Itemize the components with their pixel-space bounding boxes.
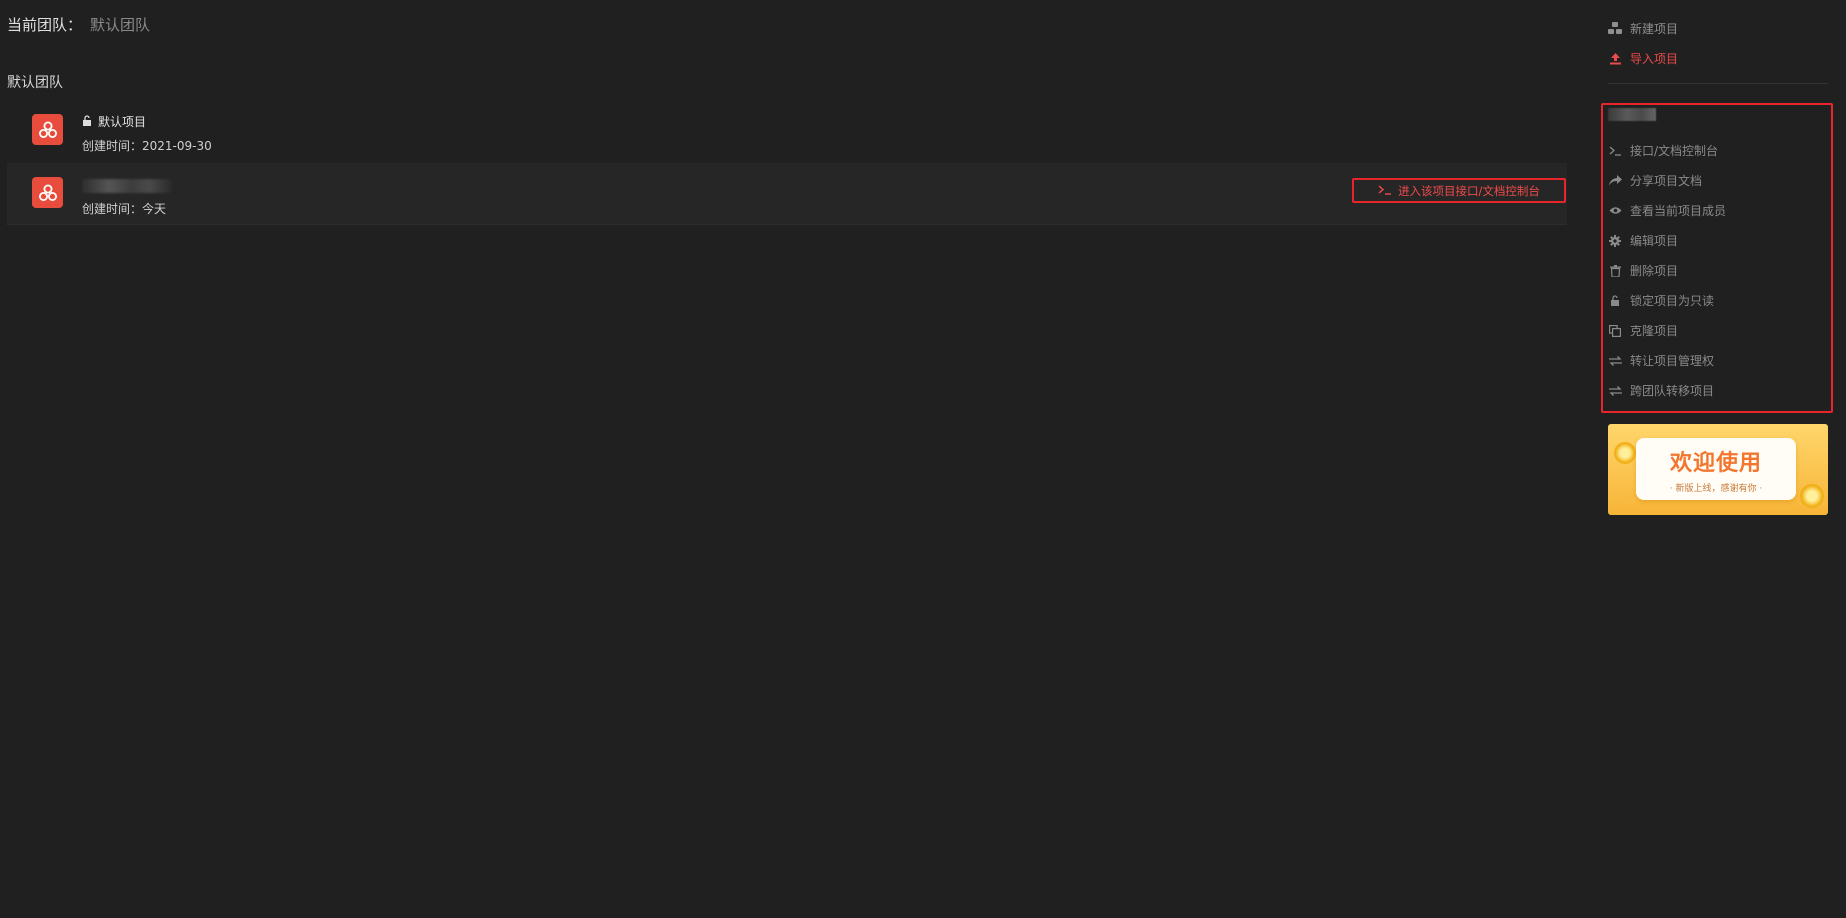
unlock-icon xyxy=(1608,294,1622,308)
menu-item-clone[interactable]: 克隆项目 xyxy=(1608,322,1678,339)
share-icon xyxy=(1608,174,1622,188)
menu-item-label: 转让项目管理权 xyxy=(1630,354,1715,368)
import-project-label: 导入项目 xyxy=(1630,52,1679,66)
current-team-value[interactable]: 默认团队 xyxy=(90,16,150,34)
menu-item-label: 跨团队转移项目 xyxy=(1630,384,1715,398)
terminal-icon xyxy=(1608,144,1622,158)
project-logo-icon xyxy=(32,114,63,145)
enter-project-console-label: 进入该项目接口/文档控制台 xyxy=(1398,183,1540,198)
menu-item-cross-team-move[interactable]: 跨团队转移项目 xyxy=(1608,382,1714,399)
main-panel: 当前团队： 默认团队 默认团队 默认项目 创建时间：2021-09-30 创建时… xyxy=(0,0,1580,918)
menu-item-label: 接口/文档控制台 xyxy=(1630,144,1719,158)
selected-project-name-redacted xyxy=(1608,108,1656,121)
project-created-date: 创建时间：今天 xyxy=(82,202,167,216)
coin-decoration xyxy=(1614,442,1636,464)
terminal-icon xyxy=(1378,184,1392,198)
current-team-label: 当前团队： xyxy=(7,16,83,34)
project-row[interactable]: 默认项目 创建时间：2021-09-30 xyxy=(7,100,1567,162)
menu-item-console[interactable]: 接口/文档控制台 xyxy=(1608,142,1718,159)
unlock-icon xyxy=(82,114,92,129)
copy-icon xyxy=(1608,324,1622,338)
transfer-icon xyxy=(1608,354,1622,368)
menu-item-transfer-admin[interactable]: 转让项目管理权 xyxy=(1608,352,1714,369)
welcome-banner[interactable]: 欢迎使用 · 新版上线，感谢有你 · xyxy=(1608,424,1828,515)
menu-item-label: 编辑项目 xyxy=(1630,234,1679,248)
project-title-text: 默认项目 xyxy=(98,115,147,129)
menu-item-label: 查看当前项目成员 xyxy=(1630,204,1727,218)
transfer-icon xyxy=(1608,384,1622,398)
menu-item-label: 锁定项目为只读 xyxy=(1630,294,1715,308)
project-row[interactable]: 创建时间：今天 进入该项目接口/文档控制台 xyxy=(7,163,1567,225)
menu-item-label: 删除项目 xyxy=(1630,264,1679,278)
project-title-redacted xyxy=(82,179,172,193)
welcome-subtitle: · 新版上线，感谢有你 · xyxy=(1669,483,1763,494)
cubes-icon xyxy=(1608,22,1622,36)
menu-item-label: 分享项目文档 xyxy=(1630,174,1703,188)
right-sidebar: 新建项目 导入项目 接口/文档控制台 分享项目文档 查看当前项目成员 编辑项目 … xyxy=(1600,0,1846,918)
menu-item-lock[interactable]: 锁定项目为只读 xyxy=(1608,292,1714,309)
eye-icon xyxy=(1608,204,1622,218)
welcome-title: 欢迎使用 xyxy=(1669,450,1762,476)
import-project-button[interactable]: 导入项目 xyxy=(1608,50,1678,67)
trash-icon xyxy=(1608,264,1622,278)
welcome-card: 欢迎使用 · 新版上线，感谢有你 · xyxy=(1636,438,1796,500)
coin-decoration xyxy=(1800,484,1824,508)
menu-item-label: 克隆项目 xyxy=(1630,324,1679,338)
menu-item-delete[interactable]: 删除项目 xyxy=(1608,262,1678,279)
gear-icon xyxy=(1608,234,1622,248)
team-group-title: 默认团队 xyxy=(7,75,63,91)
new-project-button[interactable]: 新建项目 xyxy=(1608,20,1678,37)
enter-project-console-button[interactable]: 进入该项目接口/文档控制台 xyxy=(1352,178,1566,203)
upload-icon xyxy=(1608,52,1622,66)
sidebar-divider xyxy=(1608,83,1828,84)
new-project-label: 新建项目 xyxy=(1630,22,1679,36)
current-team-header: 当前团队： 默认团队 xyxy=(7,14,150,35)
project-created-date: 创建时间：2021-09-30 xyxy=(82,139,212,153)
project-actions-menu: 接口/文档控制台 分享项目文档 查看当前项目成员 编辑项目 删除项目 锁定项目为… xyxy=(1601,103,1833,413)
menu-item-share[interactable]: 分享项目文档 xyxy=(1608,172,1702,189)
menu-item-members[interactable]: 查看当前项目成员 xyxy=(1608,202,1726,219)
project-logo-icon xyxy=(32,177,63,208)
menu-item-edit[interactable]: 编辑项目 xyxy=(1608,232,1678,249)
project-title[interactable]: 默认项目 xyxy=(82,113,146,130)
